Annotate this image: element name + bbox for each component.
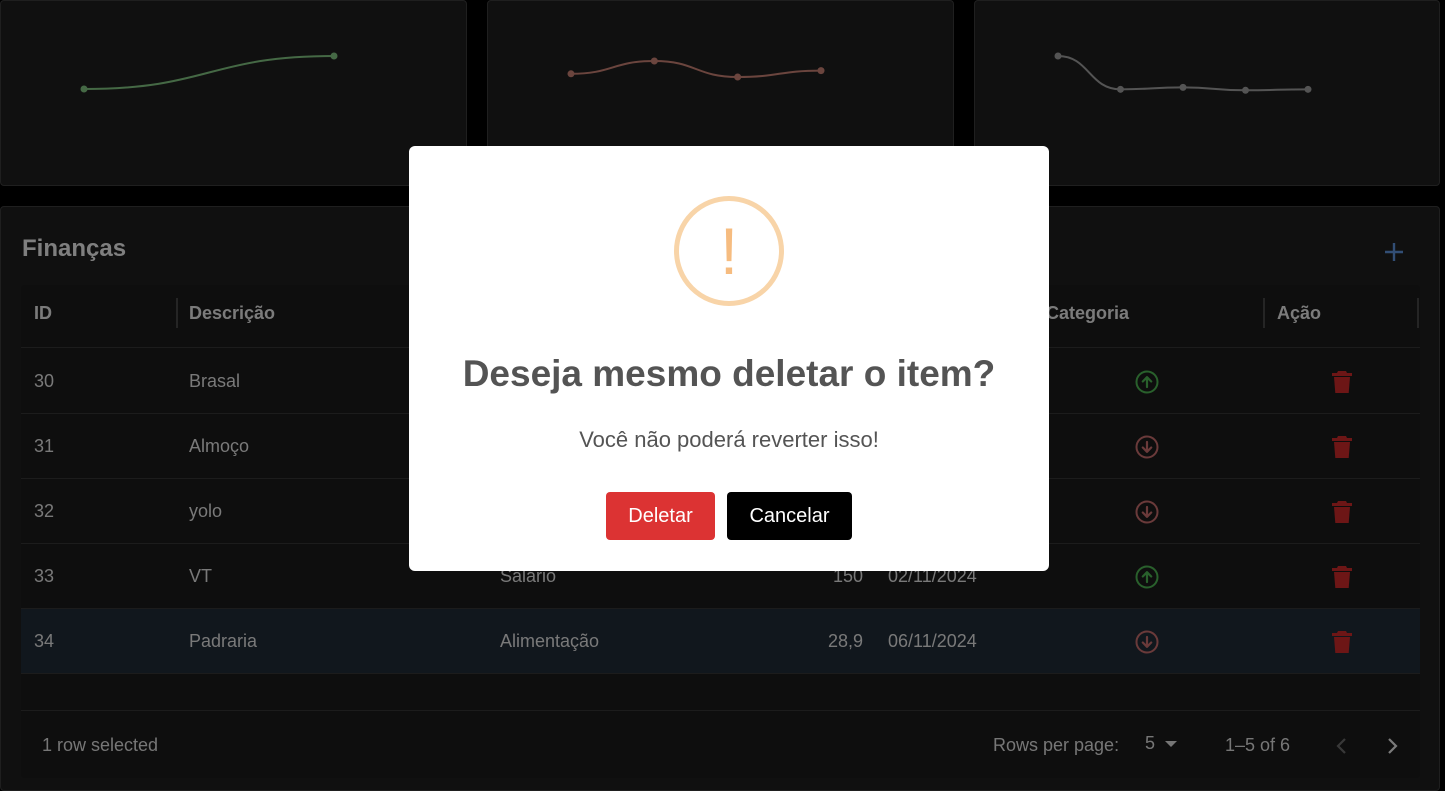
cancel-button[interactable]: Cancelar [727, 492, 852, 540]
warning-icon: ! [674, 196, 784, 306]
dialog-title: Deseja mesmo deletar o item? [462, 353, 996, 394]
confirm-delete-dialog: ! Deseja mesmo deletar o item? Você não … [409, 146, 1049, 571]
warning-mark: ! [719, 214, 739, 288]
delete-button[interactable]: Deletar [606, 492, 715, 540]
dialog-text: Você não poderá reverter isso! [579, 427, 879, 452]
